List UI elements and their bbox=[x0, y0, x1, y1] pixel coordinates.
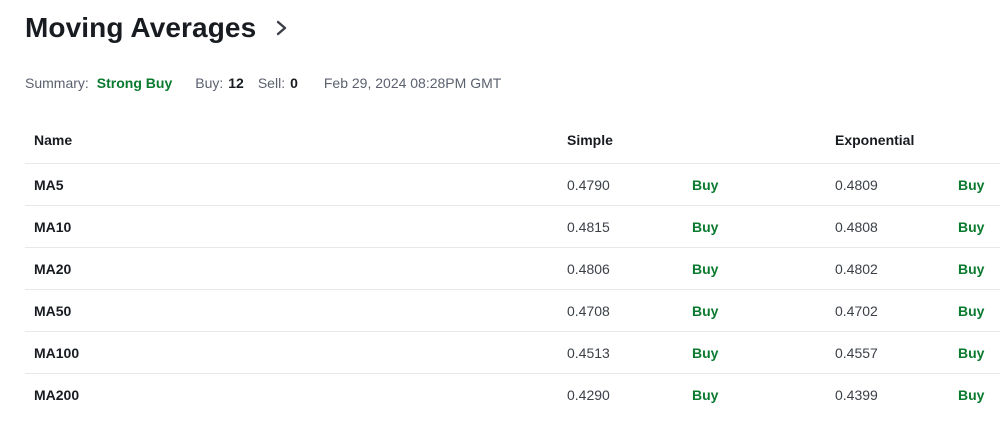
summary-signal: Strong Buy bbox=[96, 75, 173, 91]
exponential-value-cell: 0.4809 bbox=[835, 176, 878, 193]
buy-count-value: 12 bbox=[228, 75, 244, 91]
exponential-action-cell: Buy bbox=[958, 176, 985, 193]
table-row: MA200 0.4290 Buy 0.4399 Buy bbox=[25, 374, 1000, 415]
table-row: MA50 0.4708 Buy 0.4702 Buy bbox=[25, 290, 1000, 332]
page-title: Moving Averages bbox=[25, 12, 257, 43]
simple-action-cell: Buy bbox=[692, 302, 719, 319]
simple-action-cell: Buy bbox=[692, 176, 719, 193]
ma-name-cell: MA50 bbox=[34, 302, 72, 319]
exponential-value-cell: 0.4399 bbox=[835, 386, 878, 403]
exponential-action-cell: Buy bbox=[958, 218, 985, 235]
exponential-value-cell: 0.4808 bbox=[835, 218, 878, 235]
buy-count-label: Buy: bbox=[195, 75, 224, 91]
ma-name-cell: MA10 bbox=[34, 218, 72, 235]
ma-name-cell: MA5 bbox=[34, 176, 64, 193]
simple-value-cell: 0.4815 bbox=[567, 218, 610, 235]
simple-action-cell: Buy bbox=[692, 344, 719, 361]
summary-timestamp: Feb 29, 2024 08:28PM GMT bbox=[323, 75, 502, 91]
simple-value-cell: 0.4290 bbox=[567, 386, 610, 403]
table-row: MA10 0.4815 Buy 0.4808 Buy bbox=[25, 206, 1000, 248]
exponential-action-cell: Buy bbox=[958, 302, 985, 319]
simple-value-cell: 0.4806 bbox=[567, 260, 610, 277]
chevron-right-icon[interactable] bbox=[274, 18, 290, 38]
moving-averages-table: Name Simple Exponential MA5 0.4790 Buy 0.48… bbox=[25, 116, 1000, 415]
exponential-action-cell: Buy bbox=[958, 260, 985, 277]
simple-value-cell: 0.4513 bbox=[567, 344, 610, 361]
exponential-value-cell: 0.4702 bbox=[835, 302, 878, 319]
table-row: MA20 0.4806 Buy 0.4802 Buy bbox=[25, 248, 1000, 290]
ma-name-cell: MA100 bbox=[34, 344, 80, 361]
table-row: MA5 0.4790 Buy 0.4809 Buy bbox=[25, 164, 1000, 206]
exponential-value-cell: 0.4557 bbox=[835, 344, 878, 361]
simple-action-cell: Buy bbox=[692, 218, 719, 235]
exponential-action-cell: Buy bbox=[958, 344, 985, 361]
summary-bar: Summary: Strong Buy Buy: 12 Sell: 0 Feb … bbox=[25, 74, 501, 92]
simple-value-cell: 0.4790 bbox=[567, 176, 610, 193]
table-header-row: Name Simple Exponential bbox=[25, 116, 1000, 164]
summary-label: Summary: bbox=[25, 75, 89, 91]
simple-action-cell: Buy bbox=[692, 260, 719, 277]
exponential-action-cell: Buy bbox=[958, 386, 985, 403]
exponential-value-cell: 0.4802 bbox=[835, 260, 878, 277]
moving-averages-header-link[interactable]: Moving Averages bbox=[25, 10, 290, 46]
sell-count-value: 0 bbox=[290, 75, 298, 91]
table-row: MA100 0.4513 Buy 0.4557 Buy bbox=[25, 332, 1000, 374]
column-header-name: Name bbox=[34, 131, 73, 148]
column-header-simple: Simple bbox=[567, 131, 613, 148]
simple-value-cell: 0.4708 bbox=[567, 302, 610, 319]
ma-name-cell: MA20 bbox=[34, 260, 72, 277]
sell-count-label: Sell: bbox=[257, 75, 286, 91]
ma-name-cell: MA200 bbox=[34, 386, 80, 403]
column-header-exponential: Exponential bbox=[835, 131, 915, 148]
simple-action-cell: Buy bbox=[692, 386, 719, 403]
